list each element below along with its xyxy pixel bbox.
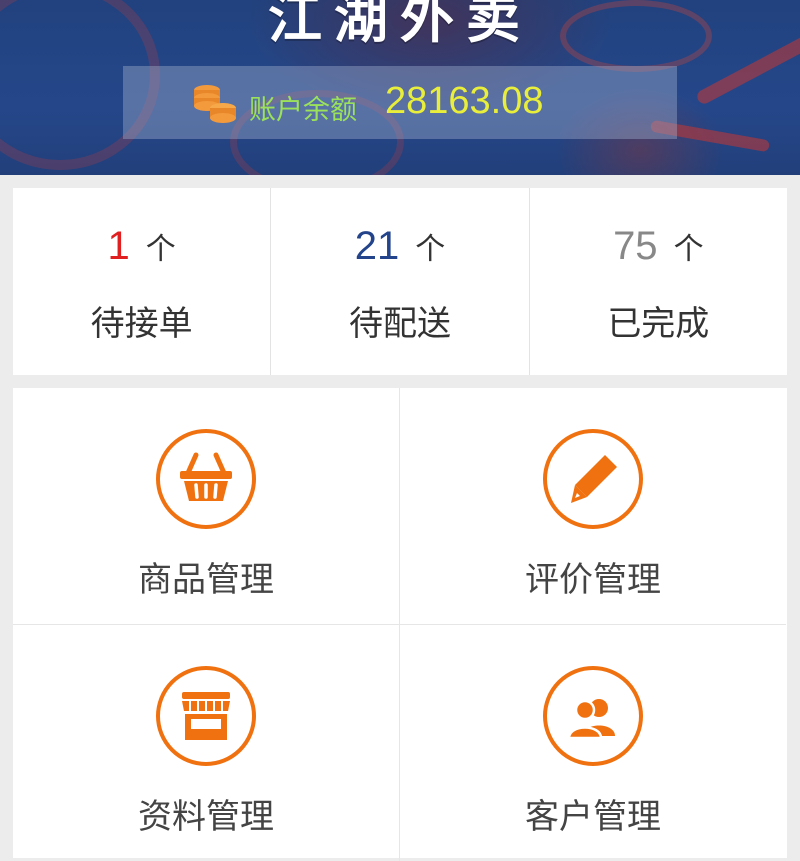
menu-item-customer-management[interactable]: 客户管理 [400, 625, 786, 861]
menu-item-label: 商品管理 [138, 560, 274, 600]
basket-icon [156, 429, 256, 529]
menu-item-label: 资料管理 [138, 797, 274, 837]
app-title: 江湖外卖 [268, 0, 532, 50]
header-banner: 江湖外卖 账户余额 28163.08 [0, 0, 800, 175]
menu-item-product-management[interactable]: 商品管理 [13, 388, 400, 625]
menu-item-label: 评价管理 [525, 560, 661, 600]
menu-item-label: 客户管理 [525, 797, 661, 837]
stat-pending-accept[interactable]: 1个 待接单 [13, 188, 270, 375]
stat-completed[interactable]: 75 个 已完成 [528, 188, 787, 375]
coins-icon [194, 85, 236, 123]
storefront-icon [156, 666, 256, 766]
stat-pending-delivery[interactable]: 21 个 待配送 [270, 188, 528, 375]
stat-count: 1 [107, 224, 130, 268]
stat-unit: 个 [145, 232, 176, 267]
stat-count: 21 [354, 224, 400, 268]
stat-unit: 个 [673, 232, 704, 267]
stat-count-row: 75 个 [530, 224, 787, 274]
menu-item-profile-management[interactable]: 资料管理 [13, 625, 400, 861]
stat-label: 待接单 [90, 304, 193, 344]
users-icon [543, 666, 643, 766]
stat-count-row: 1个 [13, 224, 270, 274]
management-menu-grid: 商品管理 评价管理 资料管理 客户管理 [13, 388, 787, 861]
stat-label: 待配送 [348, 304, 451, 344]
menu-item-review-management[interactable]: 评价管理 [400, 388, 786, 625]
stat-unit: 个 [415, 232, 446, 267]
stat-count-row: 21 个 [271, 224, 528, 274]
stat-label: 已完成 [607, 304, 710, 344]
account-balance-panel[interactable]: 账户余额 28163.08 [123, 66, 677, 139]
pencil-icon [543, 429, 643, 529]
balance-label: 账户余额 [249, 95, 357, 126]
stat-count: 75 [613, 224, 658, 268]
balance-value: 28163.08 [385, 80, 544, 122]
order-stats-card: 1个 待接单 21 个 待配送 75 个 已完成 [13, 188, 787, 375]
